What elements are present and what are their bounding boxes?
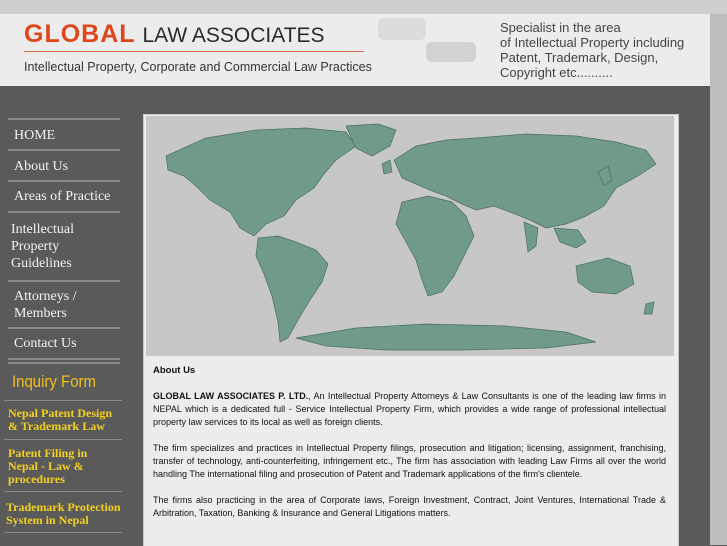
link-divider — [4, 491, 122, 492]
nav-attorneys-line: Members — [14, 306, 67, 321]
spec-line: of Intellectual Property including — [500, 35, 685, 50]
link-divider — [4, 439, 122, 440]
nav-divider — [8, 211, 120, 213]
header-decoration — [378, 18, 426, 40]
nav-attorneys-members[interactable]: Attorneys / Members — [14, 288, 77, 322]
link-line: procedures — [8, 472, 65, 486]
inquiry-form-link[interactable]: Inquiry Form — [12, 372, 96, 392]
link-line: & Trademark Law — [8, 419, 105, 433]
nav-ip-line: Intellectual — [11, 222, 74, 237]
nav-areas-of-practice[interactable]: Areas of Practice — [14, 188, 110, 205]
spec-line: Specialist in the area — [500, 20, 621, 35]
about-us-content: About Us GLOBAL LAW ASSOCIATES P. LTD., … — [153, 364, 666, 533]
nav-divider — [8, 180, 120, 182]
site-logo[interactable]: GLOBAL LAW ASSOCIATES — [24, 20, 325, 49]
nav-divider — [8, 327, 120, 329]
nav-contact-us[interactable]: Contact Us — [14, 335, 77, 352]
content-paragraph: The firms also practicing in the area of… — [153, 495, 666, 518]
nav-ip-line: Property — [11, 239, 60, 254]
spec-line: Patent, Trademark, Design, — [500, 50, 659, 65]
link-nepal-patent-design-trademark-law[interactable]: Nepal Patent Design & Trademark Law — [8, 407, 112, 433]
top-strip — [0, 0, 727, 14]
link-divider — [4, 532, 122, 533]
nav-divider — [8, 280, 120, 282]
nav-ip-line: Guidelines — [11, 256, 72, 271]
logo-global: GLOBAL — [24, 20, 136, 48]
specialist-text: Specialist in the area of Intellectual P… — [500, 20, 700, 80]
world-map-icon — [146, 116, 674, 356]
link-line: System in Nepal — [6, 513, 89, 527]
nav-about-us[interactable]: About Us — [14, 158, 68, 175]
content-paragraph: The firm specializes and practices in In… — [153, 443, 666, 479]
site-header: GLOBAL LAW ASSOCIATES Intellectual Prope… — [0, 14, 710, 86]
sidebar-nav: HOME About Us Areas of Practice Intellec… — [0, 86, 128, 545]
nav-divider — [8, 358, 120, 360]
firm-name: GLOBAL LAW ASSOCIATES P. LTD. — [153, 391, 309, 401]
logo-underline — [24, 51, 364, 52]
content-heading: About Us — [153, 365, 196, 376]
nav-attorneys-line: Attorneys / — [14, 289, 77, 304]
link-trademark-protection-system[interactable]: Trademark Protection System in Nepal — [6, 501, 121, 527]
right-scroll-edge — [710, 14, 727, 545]
nav-divider — [8, 118, 120, 120]
link-divider — [4, 400, 122, 401]
nav-divider — [8, 149, 120, 151]
nav-divider — [8, 362, 120, 364]
logo-law-associates: LAW ASSOCIATES — [142, 24, 325, 47]
nav-home[interactable]: HOME — [14, 127, 55, 144]
spec-line: Copyright etc.......... — [500, 65, 613, 80]
nav-ip-guidelines[interactable]: Intellectual Property Guidelines — [11, 221, 74, 272]
header-decoration — [426, 42, 476, 62]
content-paragraph: GLOBAL LAW ASSOCIATES P. LTD., An Intell… — [153, 390, 666, 429]
link-patent-filing-in-nepal[interactable]: Patent Filing in Nepal - Law & procedure… — [8, 447, 87, 486]
site-tagline: Intellectual Property, Corporate and Com… — [24, 60, 372, 74]
